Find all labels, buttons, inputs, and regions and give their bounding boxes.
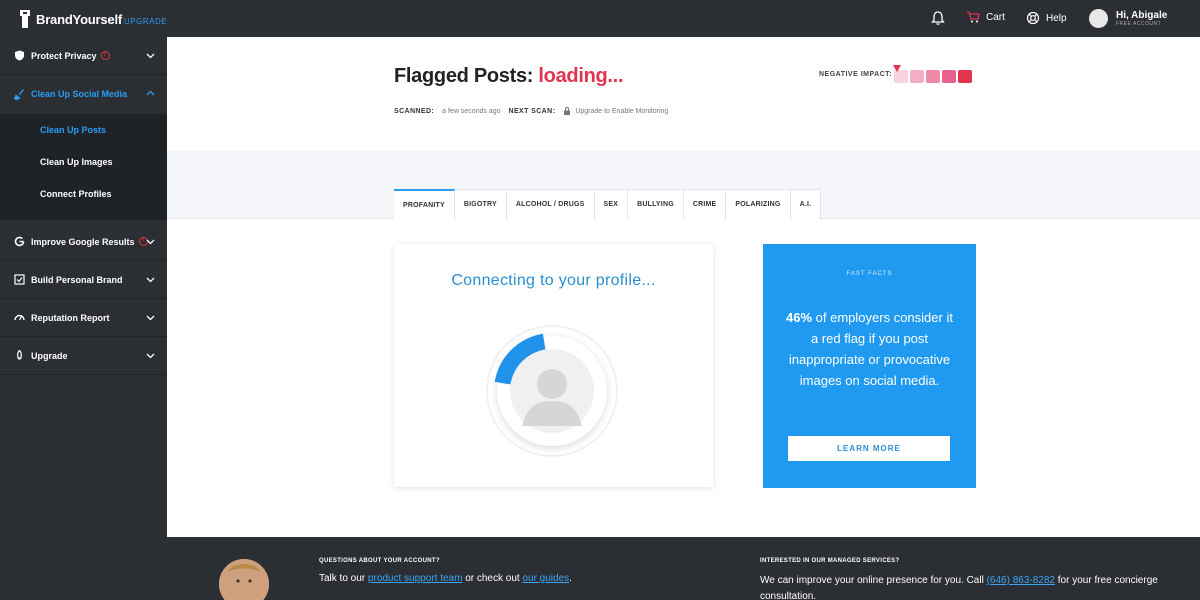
user-plan: FREE ACCOUNT (1116, 21, 1162, 27)
fast-facts-text: 46% of employers consider it a red flag … (783, 307, 956, 391)
help-label: Help (1046, 12, 1067, 24)
negative-impact-label: NEGATIVE IMPACT: (819, 71, 893, 78)
next-scan-value[interactable]: Upgrade to Enable Monitoring (575, 108, 668, 115)
brand-name: BrandYourself (36, 11, 123, 27)
sidebar-submenu: Clean Up Posts Clean Up Images Connect P… (0, 114, 167, 220)
cart-label: Cart (986, 11, 1005, 23)
gauge-icon (14, 314, 25, 321)
services-text-pre: We can improve your online presence for … (760, 575, 987, 586)
support-text-pre: Talk to our (319, 573, 368, 584)
rocket-icon (17, 350, 22, 360)
page-title-prefix: Flagged Posts: (394, 65, 534, 87)
product-support-link[interactable]: product support team (368, 573, 463, 584)
bell-icon[interactable] (930, 10, 946, 26)
impact-marker-icon (893, 65, 901, 72)
managed-services-heading: INTERESTED IN OUR MANAGED SERVICES? (760, 558, 900, 564)
google-icon (14, 236, 25, 247)
support-text-post: . (569, 573, 572, 584)
brand-tag: UPGRADE (124, 17, 168, 26)
loading-ring (486, 325, 618, 457)
sidebar-item-improve-google-results[interactable]: Improve Google Results ! (0, 223, 167, 261)
sidebar-item-label: Improve Google Results (31, 236, 135, 247)
tab-profanity[interactable]: PROFANITY (394, 189, 455, 219)
agent-portrait-icon (219, 559, 269, 600)
user-greeting: Hi, Abigale (1116, 10, 1168, 21)
sidebar-item-label: Upgrade (31, 350, 68, 361)
scan-status: SCANNED: a few seconds ago NEXT SCAN: Up… (394, 107, 668, 115)
cart-icon (967, 11, 980, 23)
fast-facts-heading: FAST FACTS (846, 271, 893, 277)
learn-more-button[interactable]: LEARN MORE (788, 436, 950, 461)
fast-facts-card: FAST FACTS 46% of employers consider it … (763, 244, 976, 488)
tab-ai[interactable]: A.I. (790, 189, 822, 219)
sidebar-item-build-personal-brand[interactable]: Build Personal Brand (0, 261, 167, 299)
impact-segment (958, 70, 972, 83)
tab-bigotry[interactable]: BIGOTRY (454, 189, 507, 219)
tab-sex[interactable]: SEX (594, 189, 629, 219)
category-tabs: PROFANITY BIGOTRY ALCOHOL / DRUGS SEX BU… (394, 189, 822, 219)
avatar (1089, 9, 1108, 28)
broom-icon (14, 88, 25, 100)
account-questions-text: Talk to our product support team or chec… (319, 573, 572, 584)
page-title-status: loading... (538, 65, 624, 87)
connecting-text: Connecting to your profile... (451, 272, 656, 289)
scanned-label: SCANNED: (394, 107, 435, 115)
guides-link[interactable]: our guides (522, 573, 569, 584)
sidebar-item-upgrade[interactable]: Upgrade (0, 337, 167, 375)
support-agent-avatar (219, 559, 269, 600)
negative-impact-meter (894, 70, 974, 83)
tab-crime[interactable]: CRIME (683, 189, 727, 219)
footer: QUESTIONS ABOUT YOUR ACCOUNT? Talk to ou… (167, 537, 1200, 600)
sidebar: Protect Privacy ! Clean Up Social Media … (0, 37, 167, 600)
sidebar-item-clean-up-social-media[interactable]: Clean Up Social Media (0, 75, 167, 113)
chevron-down-icon (146, 53, 155, 59)
tab-alcohol-drugs[interactable]: ALCOHOL / DRUGS (506, 189, 595, 219)
account-questions-heading: QUESTIONS ABOUT YOUR ACCOUNT? (319, 558, 440, 564)
sidebar-subitem-connect-profiles[interactable]: Connect Profiles (40, 189, 112, 199)
sidebar-subitem-clean-up-posts[interactable]: Clean Up Posts (40, 125, 106, 135)
sidebar-item-label: Reputation Report (31, 312, 110, 323)
tab-bullying[interactable]: BULLYING (628, 189, 684, 219)
managed-services-text: We can improve your online presence for … (760, 573, 1180, 600)
tab-polarizing[interactable]: POLARIZING (726, 189, 791, 219)
sidebar-item-label: Protect Privacy (31, 50, 97, 61)
lock-icon (564, 107, 571, 115)
user-menu[interactable]: Hi, Abigale FREE ACCOUNT (1089, 9, 1167, 28)
brand-logo[interactable]: BrandYourself UPGRADE (18, 8, 167, 30)
logo-mark-icon (20, 10, 30, 28)
help-icon (1026, 11, 1040, 25)
cart-link[interactable]: Cart (966, 11, 1005, 23)
sidebar-item-label: Build Personal Brand (31, 274, 123, 285)
impact-segment (910, 70, 924, 83)
scanned-value: a few seconds ago (442, 107, 501, 115)
support-text-mid: or check out (462, 573, 523, 584)
next-scan-label: NEXT SCAN: (508, 107, 556, 115)
impact-segment (942, 70, 956, 83)
sidebar-item-protect-privacy[interactable]: Protect Privacy ! (0, 37, 167, 75)
chevron-down-icon (146, 353, 155, 359)
impact-segment (926, 70, 940, 83)
help-link[interactable]: Help (1026, 11, 1067, 25)
chevron-down-icon (146, 277, 155, 283)
shield-icon (15, 50, 24, 61)
warning-icon: ! (100, 51, 110, 60)
connecting-card: Connecting to your profile... (394, 244, 713, 487)
fact-body: of employers consider it a red flag if y… (788, 310, 953, 388)
sidebar-subitem-clean-up-images[interactable]: Clean Up Images (40, 157, 113, 167)
fact-stat: 46% (786, 310, 813, 325)
sidebar-item-reputation-report[interactable]: Reputation Report (0, 299, 167, 337)
chevron-down-icon (146, 315, 155, 321)
checklist-icon (14, 274, 25, 285)
chevron-down-icon (146, 239, 155, 245)
page-title: Flagged Posts: loading... (394, 65, 624, 88)
chevron-up-icon (146, 90, 155, 96)
phone-link[interactable]: (646) 863-8282 (987, 575, 1055, 586)
main-content: Flagged Posts: loading... NEGATIVE IMPAC… (167, 37, 1200, 537)
top-bar: BrandYourself UPGRADE Cart Help Hi, Abig… (0, 0, 1200, 37)
sidebar-item-label: Clean Up Social Media (31, 89, 128, 99)
